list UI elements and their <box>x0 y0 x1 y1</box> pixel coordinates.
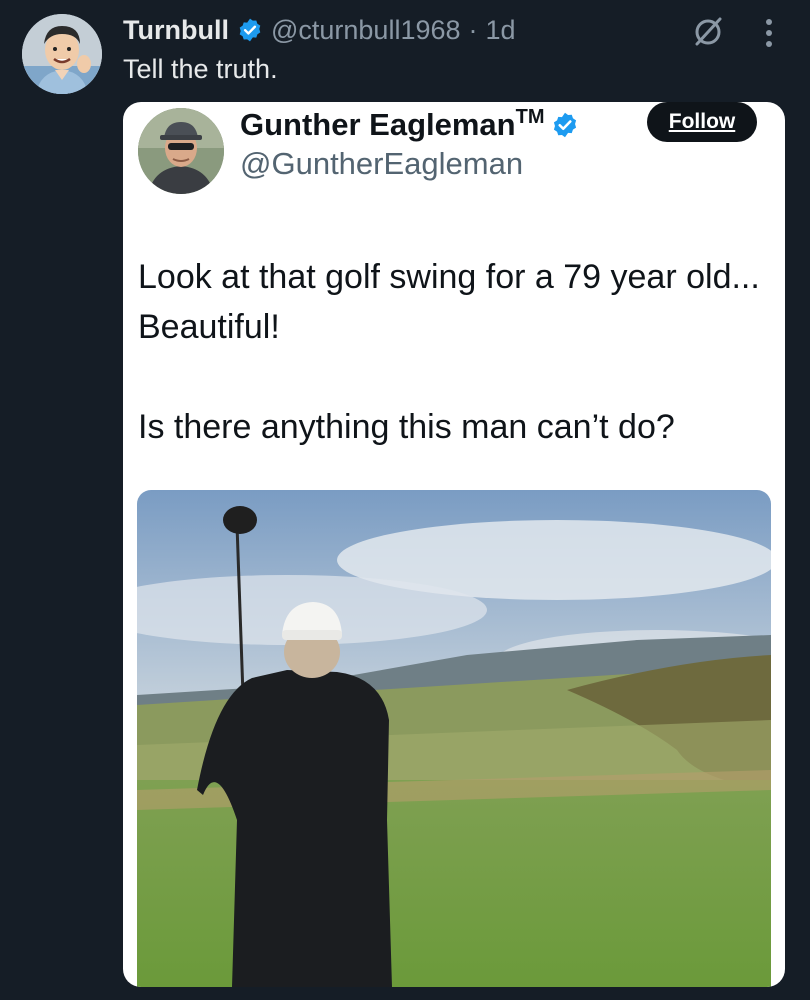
more-options-icon[interactable] <box>756 16 782 50</box>
cartoon-man-avatar-icon <box>22 14 102 94</box>
author-name[interactable]: Turnbull <box>123 15 229 46</box>
quoted-author-name[interactable]: Gunther Eagleman <box>240 107 516 143</box>
tweet-timestamp[interactable]: 1d <box>486 15 516 46</box>
man-in-cap-avatar-icon <box>138 108 224 194</box>
quoted-text-line: Look at that golf swing for a 79 year ol… <box>138 258 760 346</box>
author-handle[interactable]: @cturnbull1968 <box>271 15 461 46</box>
grok-icon[interactable] <box>690 13 726 49</box>
header-separator: · <box>468 14 478 45</box>
quoted-verified-badge-icon <box>553 112 576 138</box>
author-avatar[interactable] <box>22 14 102 94</box>
quoted-text-line: Is there anything this man can’t do? <box>138 408 675 446</box>
tweet-header: Turnbull @cturnbull1968 · 1d <box>123 12 516 48</box>
quoted-tweet-card[interactable]: Gunther Eagleman TM @GuntherEagleman Fol… <box>123 102 785 987</box>
golf-course-photo-icon <box>137 490 771 987</box>
quoted-author-handle[interactable]: @GuntherEagleman <box>240 146 523 182</box>
quoted-tweet-text: Look at that golf swing for a 79 year ol… <box>138 252 768 452</box>
tweet-text: Tell the truth. <box>123 54 278 84</box>
verified-badge-icon <box>239 18 261 42</box>
trademark-symbol: TM <box>515 105 545 128</box>
quoted-header: Gunther Eagleman TM <box>240 105 579 145</box>
follow-button[interactable]: Follow <box>647 102 757 142</box>
quoted-author-avatar[interactable] <box>138 108 224 194</box>
quoted-media-image[interactable] <box>137 490 771 987</box>
